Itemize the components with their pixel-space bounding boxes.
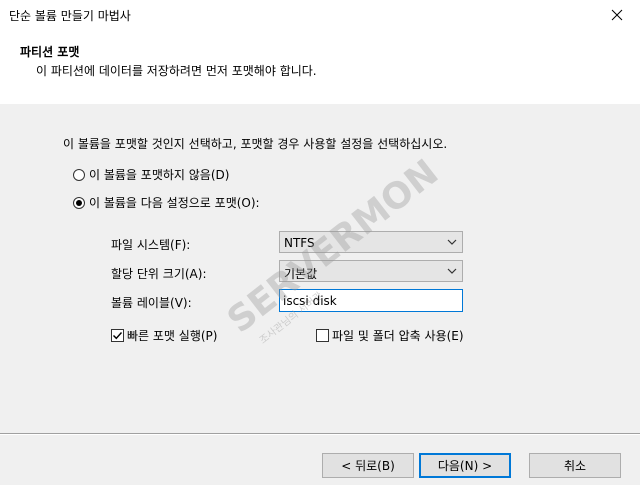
title-bar: 단순 볼륨 만들기 마법사 xyxy=(0,0,640,30)
allocation-unit-label: 할당 단위 크기(A): xyxy=(111,267,207,281)
checkmark-icon xyxy=(113,332,123,340)
cancel-button[interactable]: 취소 xyxy=(529,453,621,478)
file-system-select[interactable]: NTFS xyxy=(279,231,463,253)
radio-button-selected[interactable] xyxy=(73,196,85,209)
back-button[interactable]: < 뒤로(B) xyxy=(322,453,414,478)
radio-no-format[interactable]: 이 볼륨을 포맷하지 않음(D) xyxy=(73,166,229,183)
volume-label-label: 볼륨 레이블(V): xyxy=(111,296,192,310)
checkbox-unchecked[interactable] xyxy=(316,329,329,342)
compression-label: 파일 및 폴더 압축 사용(E) xyxy=(332,329,464,343)
volume-label-input[interactable] xyxy=(280,290,462,311)
volume-label-field[interactable] xyxy=(279,289,463,312)
page-title: 파티션 포맷 xyxy=(20,45,80,59)
close-button[interactable] xyxy=(594,0,640,30)
radio-format[interactable]: 이 볼륨을 다음 설정으로 포맷(O): xyxy=(73,194,260,211)
radio-no-format-label: 이 볼륨을 포맷하지 않음(D) xyxy=(89,168,230,182)
window-title: 단순 볼륨 만들기 마법사 xyxy=(9,9,131,23)
close-icon xyxy=(611,9,623,21)
wizard-header: 파티션 포맷 이 파티션에 데이터를 저장하려면 먼저 포맷해야 합니다. xyxy=(0,30,640,104)
quick-format-checkbox[interactable]: 빠른 포맷 실행(P) xyxy=(111,327,217,344)
chevron-down-icon xyxy=(447,268,457,274)
file-system-value: NTFS xyxy=(284,236,315,250)
radio-button[interactable] xyxy=(73,168,85,181)
allocation-unit-select[interactable]: 기본값 xyxy=(279,260,463,282)
allocation-unit-value: 기본값 xyxy=(284,267,318,281)
header-divider xyxy=(0,103,640,104)
checkbox-checked[interactable] xyxy=(111,329,124,342)
chevron-down-icon xyxy=(447,239,457,245)
radio-format-label: 이 볼륨을 다음 설정으로 포맷(O): xyxy=(89,196,260,210)
file-system-label: 파일 시스템(F): xyxy=(111,238,191,252)
quick-format-label: 빠른 포맷 실행(P) xyxy=(127,329,218,343)
next-button[interactable]: 다음(N) > xyxy=(419,453,511,478)
compression-checkbox[interactable]: 파일 및 폴더 압축 사용(E) xyxy=(316,327,464,344)
footer-divider-highlight xyxy=(0,434,640,435)
instruction-text: 이 볼륨을 포맷할 것인지 선택하고, 포맷할 경우 사용할 설정을 선택하십시… xyxy=(63,137,448,151)
page-subtitle: 이 파티션에 데이터를 저장하려면 먼저 포맷해야 합니다. xyxy=(36,64,317,78)
